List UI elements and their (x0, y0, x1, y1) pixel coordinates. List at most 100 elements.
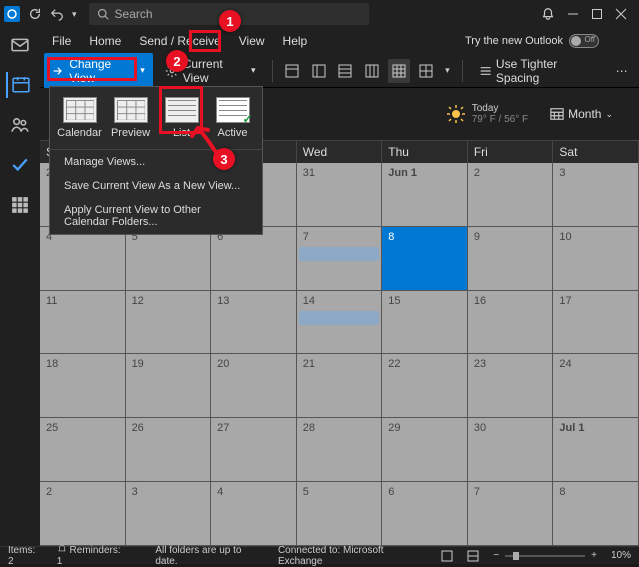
minimize-icon[interactable] (567, 8, 579, 20)
calendar-cell[interactable]: 13 (211, 291, 297, 355)
layout-5-icon[interactable] (388, 59, 411, 83)
calendar-cell[interactable]: 29 (382, 418, 468, 482)
view-option-calendar[interactable]: Calendar (54, 93, 105, 143)
calendar-cell[interactable]: 25 (40, 418, 126, 482)
zoom-slider[interactable]: − + (493, 550, 597, 561)
menu-view[interactable]: View (231, 30, 273, 52)
calendar-cell[interactable]: 7 (297, 227, 383, 291)
calendar-cell[interactable]: 3 (126, 482, 212, 546)
ribbon-overflow-icon[interactable]: ⋯ (610, 59, 633, 83)
calendar-cell[interactable]: 4 (40, 227, 126, 291)
undo-icon[interactable] (50, 7, 64, 21)
menu-home[interactable]: Home (81, 30, 129, 52)
try-outlook-label: Try the new Outlook (465, 35, 563, 47)
day-header: Fri (468, 141, 554, 163)
annotation-badge-2: 2 (166, 50, 188, 72)
day-header: Wed (297, 141, 383, 163)
layout-6-icon[interactable] (414, 59, 437, 83)
calendar-icon[interactable] (6, 72, 34, 98)
menu-file[interactable]: File (44, 30, 79, 52)
save-current-view[interactable]: Save Current View As a New View... (50, 174, 262, 198)
view-option-preview[interactable]: Preview (105, 93, 156, 143)
search-icon (97, 8, 109, 20)
month-view-button[interactable]: Month ⌄ (542, 103, 621, 125)
weather-temps: 79° F / 56° F (472, 114, 528, 125)
titlebar: ▾ Search (0, 0, 639, 28)
apply-current-view[interactable]: Apply Current View to Other Calendar Fol… (50, 198, 262, 234)
todo-icon[interactable] (6, 152, 34, 178)
event-block[interactable] (299, 311, 380, 325)
calendar-cell[interactable]: 7 (468, 482, 554, 546)
calendar-cell[interactable]: 8 (553, 482, 639, 546)
event-block[interactable] (299, 247, 380, 261)
qat-more-icon[interactable]: ▾ (72, 9, 77, 20)
layout-4-icon[interactable] (361, 59, 384, 83)
tighter-spacing-label: Use Tighter Spacing (496, 57, 598, 85)
calendar-cell[interactable]: 19 (126, 354, 212, 418)
annotation-badge-1: 1 (219, 10, 241, 32)
layout-2-icon[interactable] (307, 59, 330, 83)
calendar-cell[interactable]: 30 (468, 418, 554, 482)
people-icon[interactable] (6, 112, 34, 138)
calendar-cell[interactable]: 9 (468, 227, 554, 291)
calendar-cell[interactable]: 16 (468, 291, 554, 355)
calendar-cell[interactable]: 2 (468, 163, 554, 227)
layout-1-icon[interactable] (280, 59, 303, 83)
calendar-cell[interactable]: 2 (40, 482, 126, 546)
calendar-cell[interactable]: 31 (297, 163, 383, 227)
menu-help[interactable]: Help (275, 30, 316, 52)
calendar-cell[interactable]: 27 (211, 418, 297, 482)
maximize-icon[interactable] (591, 8, 603, 20)
calendar-cell[interactable]: 14 (297, 291, 383, 355)
statusbar: Items: 2 Reminders: 1 All folders are up… (0, 546, 639, 564)
calendar-cell[interactable]: 12 (126, 291, 212, 355)
layout-3-icon[interactable] (334, 59, 357, 83)
tighter-spacing-button[interactable]: Use Tighter Spacing (471, 53, 607, 89)
calendar-cell[interactable]: 6 (382, 482, 468, 546)
calendar-cell[interactable]: 20 (211, 354, 297, 418)
zoom-value: 10% (611, 550, 631, 561)
day-header: Thu (382, 141, 468, 163)
calendar-cell[interactable]: 10 (553, 227, 639, 291)
calendar-cell[interactable]: 26 (126, 418, 212, 482)
apps-icon[interactable] (6, 192, 34, 218)
status-items: Items: 2 (8, 545, 43, 567)
weather-widget[interactable]: Today 79° F / 56° F (446, 103, 528, 125)
bell-icon[interactable] (541, 7, 555, 21)
calendar-cell[interactable]: 4 (211, 482, 297, 546)
calendar-cell[interactable]: 11 (40, 291, 126, 355)
calendar-cell[interactable]: 6 (211, 227, 297, 291)
status-folders: All folders are up to date. (155, 545, 264, 567)
calendar-cell[interactable]: 23 (468, 354, 554, 418)
outlook-icon (4, 6, 20, 22)
day-header: Sat (553, 141, 639, 163)
calendar-cell[interactable]: Jul 1 (553, 418, 639, 482)
menu-send-receive[interactable]: Send / Receive (131, 30, 228, 52)
calendar-cell[interactable]: 3 (553, 163, 639, 227)
calendar-cell[interactable]: 24 (553, 354, 639, 418)
layout-more-icon[interactable]: ▾ (441, 65, 454, 76)
left-rail (0, 28, 40, 546)
ribbon: Change View ▾ Current View ▾ ▾ Use Tight… (0, 54, 639, 88)
menubar: File Home Send / Receive View Help Try t… (0, 28, 639, 54)
month-view-label: Month (568, 107, 601, 121)
try-outlook-toggle[interactable]: Off (569, 34, 599, 48)
calendar-cell[interactable]: 5 (126, 227, 212, 291)
mail-icon[interactable] (6, 32, 34, 58)
calendar-cell[interactable]: Jun 1 (382, 163, 468, 227)
change-view-button[interactable]: Change View ▾ (44, 53, 153, 89)
calendar-cell[interactable]: 22 (382, 354, 468, 418)
calendar-cell[interactable]: 15 (382, 291, 468, 355)
sync-icon[interactable] (28, 7, 42, 21)
calendar-cell-today[interactable]: 8 (382, 227, 468, 291)
close-icon[interactable] (615, 8, 627, 20)
current-view-label: Current View (183, 57, 247, 85)
calendar-cell[interactable]: 5 (297, 482, 383, 546)
calendar-cell[interactable]: 17 (553, 291, 639, 355)
status-layout-1-icon[interactable] (441, 550, 453, 562)
calendar-cell[interactable]: 28 (297, 418, 383, 482)
calendar-cell[interactable]: 18 (40, 354, 126, 418)
status-layout-2-icon[interactable] (467, 550, 479, 562)
calendar-cell[interactable]: 21 (297, 354, 383, 418)
change-view-label: Change View (69, 57, 136, 85)
